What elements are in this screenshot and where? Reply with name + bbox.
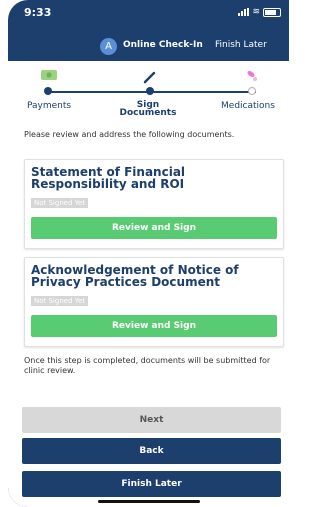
review-and-sign-button[interactable]: Review and Sign bbox=[31, 217, 277, 239]
next-button[interactable]: Next bbox=[22, 407, 281, 433]
main-content: Payments Sign Documents Medications Plea… bbox=[8, 61, 289, 507]
step-dot-medications bbox=[248, 87, 256, 95]
step-label-medications[interactable]: Medications bbox=[213, 101, 283, 111]
status-badge: Not Signed Yet bbox=[31, 198, 89, 208]
pen-icon bbox=[142, 69, 158, 89]
status-badge: Not Signed Yet bbox=[31, 296, 89, 306]
document-title: Acknowledgement of Notice of Privacy Pra… bbox=[31, 263, 239, 289]
step-label-payments[interactable]: Payments bbox=[20, 101, 78, 111]
document-title: Statement of Financial Responsibility an… bbox=[31, 165, 186, 191]
phone-screen: 9:33 ≋ A Online Check-In Finish Later Pa… bbox=[8, 0, 289, 507]
home-indicator[interactable] bbox=[98, 500, 200, 503]
submission-note: Once this step is completed, documents w… bbox=[24, 356, 271, 375]
signal-icon bbox=[238, 8, 250, 16]
avatar[interactable]: A bbox=[100, 38, 117, 55]
app-title: Online Check-In bbox=[123, 40, 203, 50]
wifi-icon: ≋ bbox=[252, 7, 260, 17]
payment-money-icon bbox=[40, 69, 58, 85]
finish-later-button[interactable]: Finish Later bbox=[22, 471, 281, 497]
status-bar: 9:33 ≋ bbox=[8, 0, 289, 28]
document-card: Acknowledgement of Notice of Privacy Pra… bbox=[24, 257, 284, 347]
step-label-sign-documents[interactable]: Sign Documents bbox=[112, 101, 184, 118]
review-and-sign-button[interactable]: Review and Sign bbox=[31, 315, 277, 337]
pills-icon bbox=[244, 69, 260, 87]
instructions-text: Please review and address the following … bbox=[24, 130, 235, 139]
battery-icon bbox=[263, 7, 281, 17]
progress-stepper: Payments Sign Documents Medications bbox=[8, 61, 289, 123]
finish-later-link[interactable]: Finish Later bbox=[215, 40, 267, 50]
document-card: Statement of Financial Responsibility an… bbox=[24, 159, 284, 249]
back-button[interactable]: Back bbox=[22, 438, 281, 464]
system-icons: ≋ bbox=[238, 7, 281, 17]
step-dot-sign-documents bbox=[146, 87, 154, 95]
app-bar: A Online Check-In Finish Later bbox=[8, 30, 289, 60]
step-dot-payments bbox=[44, 87, 52, 95]
status-time: 9:33 bbox=[24, 6, 52, 19]
